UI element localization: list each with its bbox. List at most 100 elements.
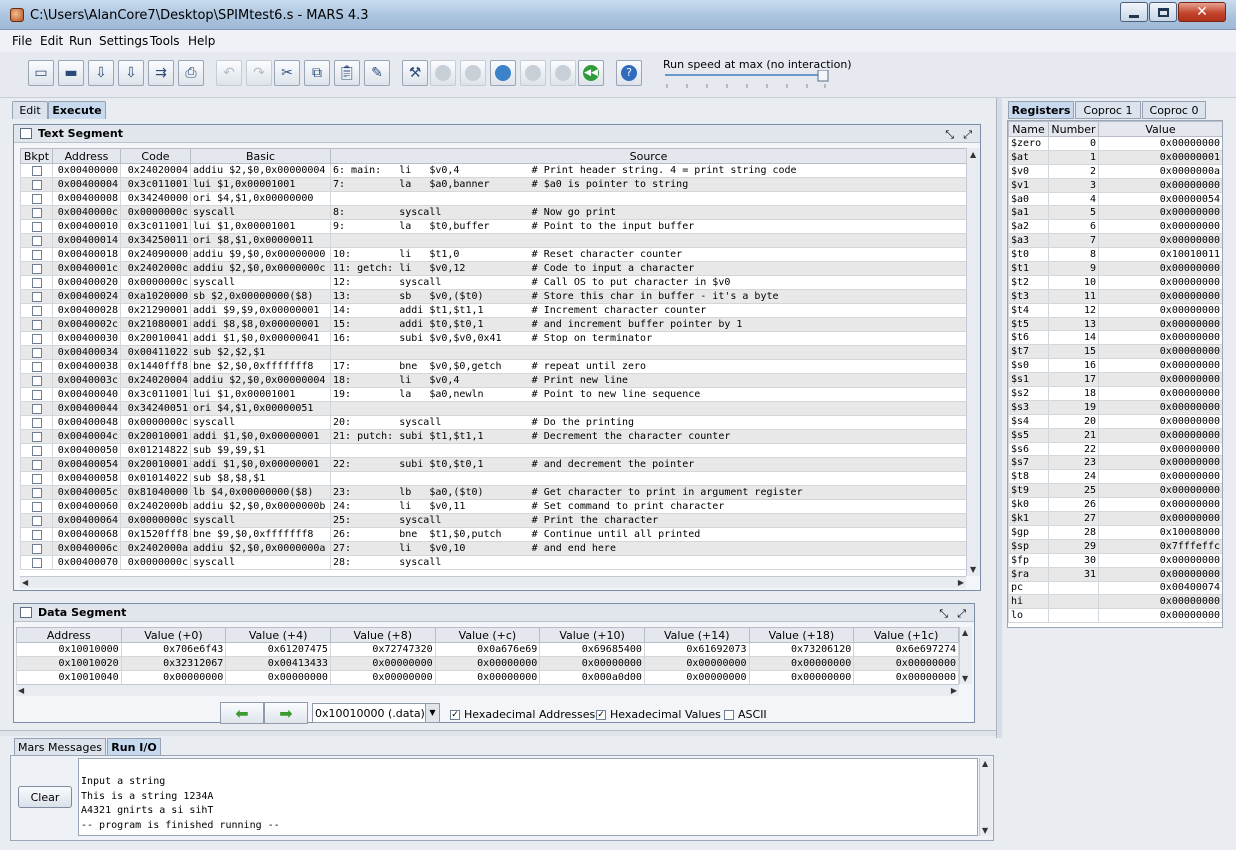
breakpoint-checkbox[interactable] [31, 432, 42, 442]
breakpoint-checkbox[interactable] [31, 460, 42, 470]
data-value-cell[interactable]: 0x00000000 [643, 669, 750, 684]
breakpoint-checkbox[interactable] [31, 222, 42, 232]
data-column-header[interactable]: Value (+c) [434, 627, 541, 643]
print-button[interactable]: ⎙ [178, 60, 204, 86]
redo-button[interactable]: ↷ [246, 60, 272, 86]
data-column-header[interactable]: Value (+0) [120, 627, 227, 643]
data-column-header[interactable]: Address [16, 627, 122, 643]
column-header-value[interactable]: Value [1098, 121, 1222, 137]
data-value-cell[interactable]: 0x00000000 [329, 669, 436, 684]
data-value-cell[interactable]: 0x00413433 [225, 655, 331, 671]
register-value-cell[interactable]: 0x00000000 [1098, 219, 1222, 235]
register-value-cell[interactable]: 0x00000000 [1098, 288, 1222, 304]
text-segment-vscroll[interactable]: ▲ ▼ [966, 148, 980, 576]
column-header-basic[interactable]: Basic [190, 148, 331, 164]
table-row[interactable]: 0x00400050 0x01214822 sub $9,$9,$1 [20, 443, 966, 458]
table-row[interactable]: 0x00400054 0x20010001 addi $1,$0,0x0000000… [20, 457, 966, 472]
data-value-cell[interactable]: 0x0a676e69 [434, 642, 541, 657]
split-divider[interactable] [996, 98, 1002, 738]
table-row[interactable]: 0x00400060 0x2402000b addiu $2,$0,0x000000… [20, 499, 966, 514]
backstep-button[interactable] [490, 60, 516, 86]
breakpoint-checkbox[interactable] [31, 404, 42, 414]
register-value-cell[interactable]: 0x00000000 [1098, 469, 1222, 485]
tab-registers[interactable]: Registers [1008, 101, 1074, 119]
find-replace-button[interactable]: ✎ [364, 60, 390, 86]
tab-coproc-1[interactable]: Coproc 1 [1075, 101, 1141, 119]
data-value-cell[interactable]: 0x00000000 [643, 655, 750, 671]
register-value-cell[interactable]: 0x00000000 [1098, 205, 1222, 221]
column-header-code[interactable]: Code [120, 148, 191, 164]
scroll-right-icon[interactable]: ▶ [951, 686, 957, 695]
breakpoint-checkbox[interactable] [31, 530, 42, 540]
hex-addresses-checkbox[interactable]: ✓ [450, 708, 460, 721]
breakpoint-checkbox[interactable] [31, 180, 42, 190]
minimize-pane-icon[interactable]: ⤡ [939, 605, 948, 622]
run-speed-slider[interactable] [663, 70, 831, 90]
ascii-check[interactable] [724, 710, 734, 720]
run-io-console[interactable]: Input a string This is a string 1234A A432… [78, 758, 978, 836]
scroll-right-icon[interactable]: ▶ [958, 578, 964, 587]
data-column-header[interactable]: Value (+1c) [853, 627, 959, 643]
data-segment-vscroll[interactable]: ▲ ▼ [959, 627, 972, 684]
breakpoint-checkbox[interactable] [31, 194, 42, 204]
data-value-cell[interactable]: 0x00000000 [853, 655, 959, 671]
ascii-checkbox[interactable] [724, 708, 734, 721]
prev-memory-button[interactable]: ⬅ [220, 702, 264, 724]
breakpoint-checkbox[interactable] [31, 446, 42, 456]
run-button[interactable] [430, 60, 456, 86]
table-row[interactable]: 0x00400040 0x3c011001 lui $1,0x00001001 19:… [20, 387, 966, 402]
data-column-header[interactable]: Value (+8) [329, 627, 436, 643]
hex-values-checkbox[interactable]: ✓ [596, 708, 606, 721]
data-column-header[interactable]: Value (+18) [748, 627, 855, 643]
tab-edit[interactable]: Edit [12, 101, 48, 119]
breakpoint-checkbox[interactable] [31, 250, 42, 260]
table-row[interactable]: 0x0040005c 0x81040000 lb $4,0x00000000($8)… [20, 485, 966, 500]
data-value-cell[interactable]: 0x69685400 [539, 642, 645, 657]
register-value-cell[interactable]: 0x00000000 [1098, 136, 1222, 151]
register-value-cell[interactable]: 0x00000000 [1098, 274, 1222, 290]
column-header-name[interactable]: Name [1008, 121, 1049, 137]
next-memory-button[interactable]: ➡ [264, 702, 308, 724]
table-row[interactable]: 0x0040004c 0x20010001 addi $1,$0,0x0000000… [20, 429, 966, 444]
maximize-pane-icon[interactable]: ⤢ [963, 126, 972, 143]
copy-button[interactable]: ⧉ [304, 60, 330, 86]
tab-execute[interactable]: Execute [48, 101, 106, 119]
data-segment-hscroll[interactable]: ◀ ▶ [16, 684, 959, 696]
table-row[interactable]: 0x0040001c 0x2402000c addiu $2,$0,0x000000… [20, 261, 966, 276]
pause-button[interactable] [520, 60, 546, 86]
scroll-up-icon[interactable]: ▲ [962, 628, 968, 637]
register-value-cell[interactable]: 0x00000000 [1098, 233, 1222, 249]
cut-button[interactable]: ✂ [274, 60, 300, 86]
register-value-cell[interactable]: 0x00000000 [1098, 594, 1222, 610]
register-value-cell[interactable]: 0x10010011 [1098, 247, 1222, 263]
register-value-cell[interactable]: 0x00000000 [1098, 441, 1222, 457]
register-value-cell[interactable]: 0x00000000 [1098, 552, 1222, 568]
table-row[interactable]: 0x00400028 0x21290001 addi $9,$9,0x0000000… [20, 303, 966, 318]
breakpoint-checkbox[interactable] [31, 292, 42, 302]
register-value-cell[interactable]: 0x10008000 [1098, 524, 1222, 540]
data-value-cell[interactable]: 0x61207475 [225, 642, 331, 657]
open-file-button[interactable]: ▬ [58, 60, 84, 86]
table-row[interactable]: 0x00400008 0x34240000 ori $4,$1,0x00000000 [20, 191, 966, 206]
breakpoint-checkbox[interactable] [31, 306, 42, 316]
breakpoint-checkbox[interactable] [31, 264, 42, 274]
register-value-cell[interactable]: 0x00000000 [1098, 386, 1222, 401]
breakpoint-checkbox[interactable] [31, 390, 42, 400]
data-value-cell[interactable]: 0x00000000 [434, 669, 541, 684]
register-value-cell[interactable]: 0x00000000 [1098, 344, 1222, 360]
reset-button[interactable]: ◀◀ [578, 60, 604, 86]
table-row[interactable]: 0x00400064 0x0000000c syscall 25: syscall #… [20, 513, 966, 528]
register-value-cell[interactable]: 0x00000000 [1098, 566, 1222, 582]
data-value-cell[interactable]: 0x73206120 [748, 642, 855, 657]
data-value-cell[interactable]: 0x00000000 [748, 655, 855, 671]
breakpoint-checkbox[interactable] [31, 488, 42, 498]
table-row[interactable]: 0x00400058 0x01014022 sub $8,$8,$1 [20, 471, 966, 486]
table-row[interactable]: 0x00400030 0x20010041 addi $1,$0,0x0000004… [20, 331, 966, 346]
table-row[interactable]: 0x00400048 0x0000000c syscall 20: syscall #… [20, 415, 966, 430]
new-file-button[interactable]: ▭ [28, 60, 54, 86]
register-value-cell[interactable]: 0x00000000 [1098, 483, 1222, 499]
table-row[interactable]: 0x00400018 0x24090000 addiu $9,$0,0x000000… [20, 247, 966, 262]
table-row[interactable]: 0x00400010 0x3c011001 lui $1,0x00001001 9: … [20, 219, 966, 234]
column-header-bkpt[interactable]: Bkpt [20, 148, 53, 164]
table-row[interactable]: 0x00400020 0x0000000c syscall 12: syscall #… [20, 275, 966, 290]
